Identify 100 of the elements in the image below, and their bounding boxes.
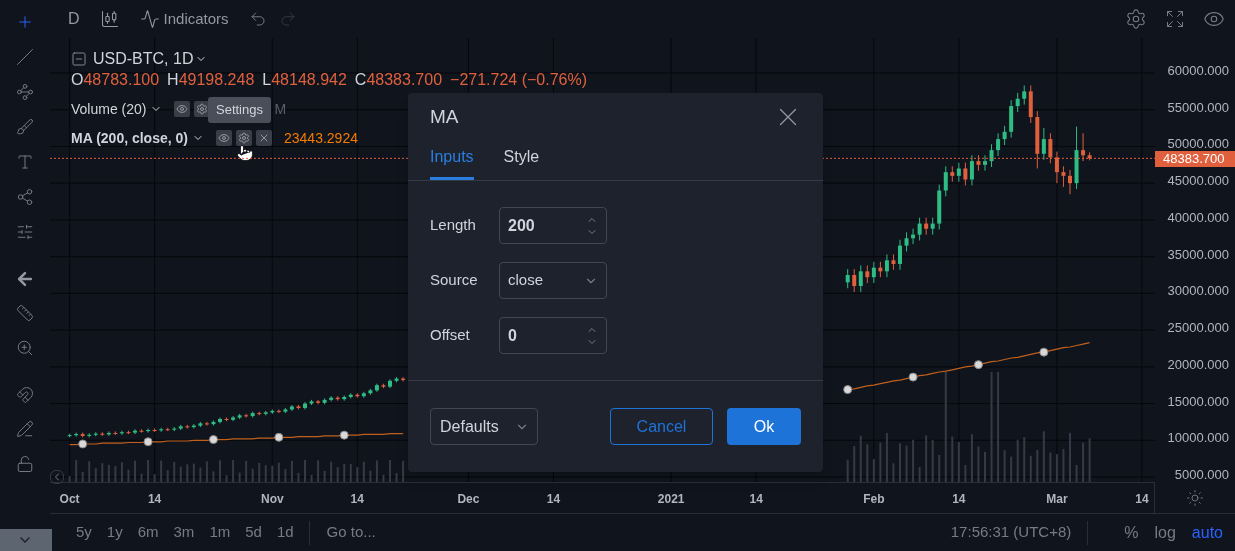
- field-label: Length: [430, 215, 477, 236]
- range-button[interactable]: 5d: [245, 521, 262, 544]
- wave-icon: [139, 9, 160, 29]
- lock-icon: [16, 455, 34, 473]
- price-label: 55000.000: [1167, 99, 1229, 115]
- range-button[interactable]: 1m: [209, 521, 231, 544]
- price-change: −271.724 (−0.76%): [450, 70, 588, 90]
- time-label: Feb: [863, 491, 885, 508]
- magnet-icon: [16, 386, 34, 404]
- candles-icon: [99, 9, 120, 29]
- time-label: Oct: [59, 491, 80, 508]
- undo-button[interactable]: [248, 10, 267, 28]
- source-select[interactable]: close: [499, 262, 607, 299]
- range-button[interactable]: 1y: [106, 521, 123, 544]
- eye-button[interactable]: [216, 130, 232, 146]
- study-value: 23443.2924: [284, 128, 358, 148]
- candle: [126, 430, 131, 435]
- candle: [976, 154, 981, 172]
- cancel-button[interactable]: Cancel: [610, 408, 713, 445]
- settings-button[interactable]: [1125, 8, 1147, 30]
- eye-button[interactable]: [174, 101, 191, 117]
- collapse-legend-icon[interactable]: [71, 51, 87, 67]
- scale-option[interactable]: auto: [1191, 520, 1223, 545]
- tooltip: Settings: [208, 97, 271, 123]
- candle: [211, 419, 216, 427]
- candle: [1074, 126, 1079, 190]
- time-label: Dec: [457, 491, 480, 508]
- price-label: 15000.000: [1167, 393, 1229, 409]
- price-label: 50000.000: [1167, 136, 1229, 152]
- candle: [898, 239, 902, 271]
- price-label: 10000.000: [1167, 430, 1229, 446]
- field-label: Source: [430, 270, 479, 291]
- price-label: 30000.000: [1167, 283, 1229, 299]
- ohlc-value: O48783.100: [71, 70, 160, 90]
- time-label: 14: [350, 491, 364, 508]
- measure-lines-icon: [16, 223, 34, 241]
- ohlc-value: H49198.248: [167, 70, 255, 90]
- eye-icon: [218, 132, 230, 144]
- chart-type-button[interactable]: [99, 9, 120, 29]
- scale-option[interactable]: log: [1154, 520, 1176, 545]
- candle: [845, 268, 850, 289]
- zoom-in-icon: [16, 339, 34, 357]
- pencil-icon: [16, 420, 34, 438]
- time-label: Nov: [260, 491, 284, 508]
- dialog-title: MA: [430, 104, 459, 129]
- range-button[interactable]: 1d: [276, 521, 294, 544]
- gear-button[interactable]: [236, 130, 252, 146]
- candle: [218, 417, 222, 424]
- price-label: 25000.000: [1167, 320, 1229, 336]
- candle: [296, 404, 301, 410]
- ohlc-value: L48148.942: [262, 70, 347, 90]
- scale-option[interactable]: %: [1124, 520, 1139, 545]
- candle: [401, 376, 406, 382]
- dialog-tab[interactable]: Style: [503, 145, 540, 180]
- range-button[interactable]: 6m: [137, 521, 159, 544]
- time-label: 14: [749, 491, 763, 508]
- candle: [989, 143, 994, 168]
- gear-icon: [238, 132, 250, 144]
- time-label: Mar: [1046, 491, 1068, 508]
- brush-icon: [16, 118, 34, 136]
- study-name[interactable]: MA (200, close, 0): [71, 127, 188, 149]
- candle: [1068, 169, 1072, 195]
- ok-button[interactable]: Ok: [727, 408, 801, 445]
- candle: [67, 433, 72, 438]
- candle: [303, 401, 307, 410]
- price-label: 40000.000: [1167, 209, 1229, 225]
- settings-icon: [1125, 8, 1147, 30]
- clock-text: 17:56:31 (UTC+8): [950, 522, 1072, 543]
- ruler-icon: [16, 304, 34, 322]
- number-field[interactable]: 0: [499, 317, 607, 354]
- trend-line-icon: [16, 48, 34, 66]
- field-label: Offset: [430, 325, 471, 346]
- price-label: 45000.000: [1167, 173, 1229, 189]
- candle: [1061, 165, 1066, 188]
- range-button[interactable]: 5y: [76, 521, 92, 544]
- price-label: 35000.000: [1167, 246, 1229, 262]
- last-price-label: 48383.700: [1155, 151, 1235, 168]
- go-to-button[interactable]: Go to...: [326, 521, 376, 544]
- candle: [983, 154, 987, 172]
- study-name[interactable]: Volume (20): [71, 98, 147, 120]
- candle: [133, 428, 137, 435]
- range-button[interactable]: 3m: [173, 521, 195, 544]
- time-label: 14: [1135, 491, 1149, 508]
- axis-settings-icon[interactable]: [1186, 489, 1204, 507]
- interval-button[interactable]: D: [68, 7, 80, 31]
- symbol-title[interactable]: USD-BTC, 1D: [93, 47, 194, 71]
- time-label: 14: [147, 491, 162, 508]
- number-field[interactable]: 200: [499, 207, 607, 244]
- time-label: 14: [546, 491, 561, 508]
- remove-button[interactable]: [256, 130, 272, 146]
- candle: [381, 383, 386, 389]
- candle: [388, 378, 392, 389]
- defaults-select[interactable]: Defaults: [430, 408, 538, 445]
- indicators-button[interactable]: Indicators: [139, 7, 229, 31]
- dialog-tab[interactable]: Inputs: [430, 145, 474, 180]
- candle: [309, 399, 314, 406]
- fullscreen-button[interactable]: [1165, 9, 1185, 29]
- scroll-handle-icon[interactable]: [50, 470, 64, 484]
- ohlc-value: C48383.700: [354, 70, 443, 90]
- fullscreen-icon: [1165, 9, 1185, 29]
